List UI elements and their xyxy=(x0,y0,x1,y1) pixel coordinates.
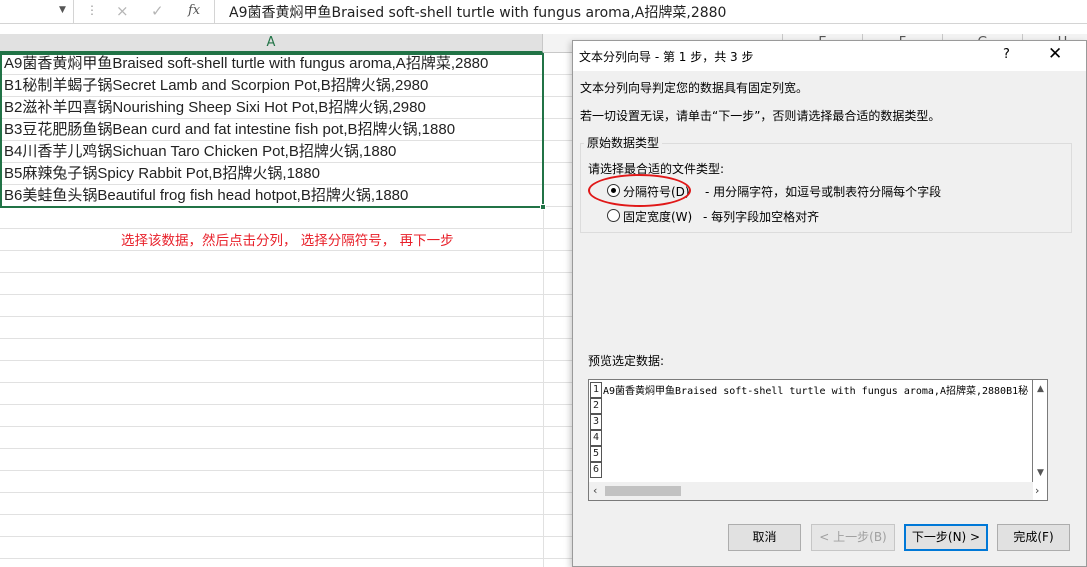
fixed-width-desc: - 每列字段加空格对齐 xyxy=(703,210,820,224)
help-button[interactable]: ? xyxy=(1003,47,1010,62)
instruction-note: 选择该数据，然后点击分列， 选择分隔符号， 再下一步 xyxy=(121,233,454,249)
preview-line: A9菌香黄焖甲鱼Braised soft-shell turtle with f… xyxy=(603,386,1029,397)
preview-row-number: 1 xyxy=(590,382,602,398)
preview-row-number: 4 xyxy=(590,430,602,446)
delimited-desc: - 用分隔字符，如逗号或制表符分隔每个字段 xyxy=(705,185,942,199)
preview-body: 1 2 3 4 5 6 A9菌香黄焖甲鱼Braised soft-shell t… xyxy=(589,380,1033,482)
back-button[interactable]: < 上一步(B) xyxy=(811,524,895,551)
close-button[interactable]: ✕ xyxy=(1048,44,1062,64)
name-box[interactable]: ▼ xyxy=(0,0,74,23)
cancel-button[interactable]: 取消 xyxy=(728,524,801,551)
next-button[interactable]: 下一步(N) > xyxy=(904,524,988,551)
name-box-dropdown-icon[interactable]: ▼ xyxy=(59,5,66,15)
finish-button[interactable]: 完成(F) xyxy=(997,524,1070,551)
enter-icon[interactable]: ✓ xyxy=(151,2,164,20)
scroll-down-icon[interactable]: ▼ xyxy=(1037,468,1044,478)
preview-row-number: 2 xyxy=(590,398,602,414)
highlight-circle xyxy=(588,174,691,207)
intro-text-2: 若一切设置无误，请单击“下一步”，否则请选择最合适的数据类型。 xyxy=(580,109,941,123)
scroll-right-icon[interactable]: › xyxy=(1035,484,1039,497)
preview-label: 预览选定数据: xyxy=(588,354,665,368)
scroll-up-icon[interactable]: ▲ xyxy=(1037,384,1044,394)
formula-input[interactable]: A9菌香黄焖甲鱼Braised soft-shell turtle with f… xyxy=(229,2,726,22)
insert-function-icon[interactable]: fx xyxy=(188,3,200,18)
data-preview[interactable]: 1 2 3 4 5 6 A9菌香黄焖甲鱼Braised soft-shell t… xyxy=(588,379,1048,501)
column-header-a[interactable]: A xyxy=(0,34,543,53)
preview-row-number: 6 xyxy=(590,462,602,478)
dialog-title: 文本分列向导 - 第 1 步，共 3 步 xyxy=(579,50,754,64)
dialog-title-bar: 文本分列向导 - 第 1 步，共 3 步 ? ✕ xyxy=(573,41,1086,71)
fixed-width-radio[interactable] xyxy=(607,209,620,222)
formula-bar-divider xyxy=(214,0,215,24)
formula-bar: ▼ ⋮ × ✓ fx A9菌香黄焖甲鱼Braised soft-shell tu… xyxy=(0,0,1087,24)
fixed-width-label[interactable]: 固定宽度(W) xyxy=(623,208,692,225)
preview-horizontal-scrollbar[interactable]: ‹ › xyxy=(589,482,1039,500)
formula-bar-grip-icon: ⋮ xyxy=(86,3,98,17)
intro-text-1: 文本分列向导判定您的数据具有固定列宽。 xyxy=(580,81,809,95)
cancel-icon[interactable]: × xyxy=(116,2,129,20)
selection-range xyxy=(0,53,546,210)
scroll-thumb[interactable] xyxy=(605,486,681,496)
excel-window: ▼ ⋮ × ✓ fx A9菌香黄焖甲鱼Braised soft-shell tu… xyxy=(0,0,1087,567)
data-type-group-title: 原始数据类型 xyxy=(584,134,663,151)
fill-handle[interactable] xyxy=(540,204,546,210)
preview-row-number: 5 xyxy=(590,446,602,462)
preview-row-number: 3 xyxy=(590,414,602,430)
scroll-left-icon[interactable]: ‹ xyxy=(593,484,597,497)
text-to-columns-dialog: 文本分列向导 - 第 1 步，共 3 步 ? ✕ 文本分列向导判定您的数据具有固… xyxy=(572,40,1087,567)
